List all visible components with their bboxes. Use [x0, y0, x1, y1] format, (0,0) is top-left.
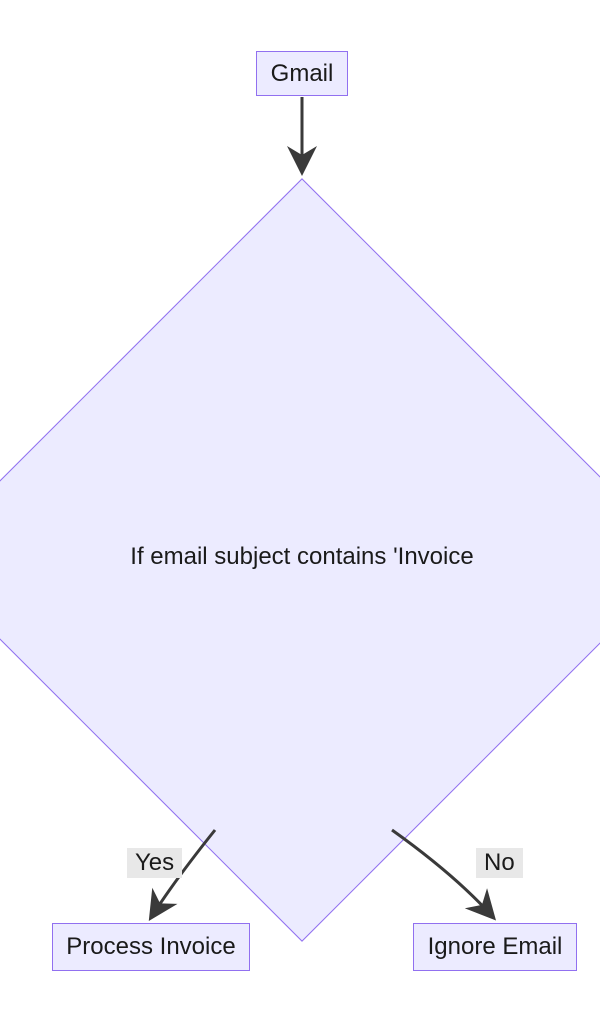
edge-label-no: No	[476, 848, 523, 878]
node-process-invoice-label: Process Invoice	[66, 933, 235, 961]
node-condition-label: If email subject contains 'Invoice	[112, 543, 492, 571]
node-ignore-email-label: Ignore Email	[428, 933, 563, 961]
node-ignore-email: Ignore Email	[413, 923, 577, 971]
node-gmail: Gmail	[256, 51, 348, 96]
node-gmail-label: Gmail	[271, 60, 334, 88]
edge-label-yes: Yes	[127, 848, 182, 878]
node-process-invoice: Process Invoice	[52, 923, 250, 971]
